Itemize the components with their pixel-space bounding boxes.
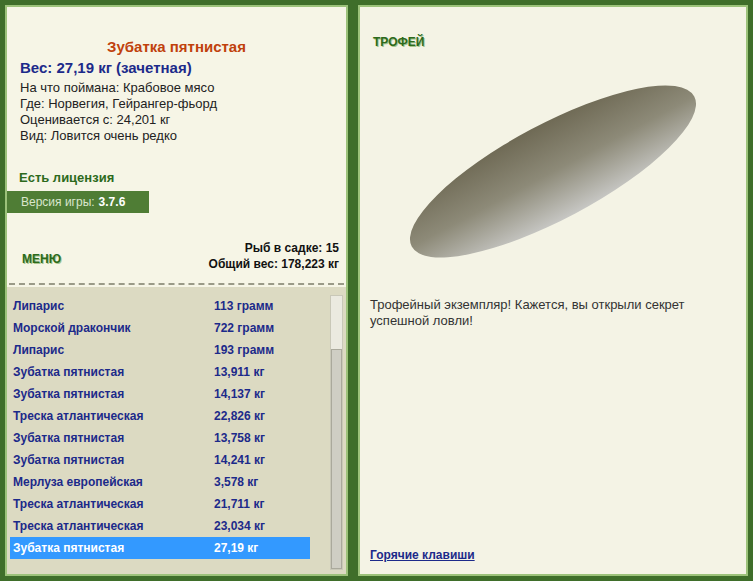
hotkeys-link[interactable]: Горячие клавиши [370,546,736,564]
fish-detail: Оценивается с: 24,201 кг [20,112,346,128]
keepnet-stat: Общий вес: 178,223 кг [209,256,339,272]
catch-row[interactable]: Мерлуза европейская3,578 кг [10,471,310,493]
license-status: Есть лицензия [7,170,346,186]
catch-row[interactable]: Зубатка пятнистая13,911 кг [10,361,310,383]
keepnet-stat: Рыб в садке: 15 [245,240,339,256]
catch-row[interactable]: Морской дракончик722 грамм [10,317,310,339]
catch-row[interactable]: Зубатка пятнистая27,19 кг [10,537,310,559]
fish-detail: Где: Норвегия, Гейрангер-фьорд [20,96,346,112]
trophy-label: ТРОФЕЙ [370,33,736,51]
catch-row[interactable]: Липарис193 грамм [10,339,310,361]
fish-photo [370,51,736,291]
scrollbar-thumb[interactable] [331,349,342,569]
fish-card: Зубатка пятнистаяВес: 27,19 кг (зачетная… [7,7,346,287]
keepnet-summary: Рыб в садке: 15Общий вес: 178,223 кг [209,240,339,272]
catch-row[interactable]: Треска атлантическая21,711 кг [10,493,310,515]
fish-weight: Вес: 27,19 кг (зачетная) [7,58,346,78]
catch-row[interactable]: Зубатка пятнистая13,758 кг [10,427,310,449]
catch-row[interactable]: Треска атлантическая22,826 кг [10,405,310,427]
catch-row[interactable]: Треска атлантическая23,034 кг [10,515,310,537]
catch-row[interactable]: Липарис113 грамм [10,295,310,317]
game-screen: Зубатка пятнистаяВес: 27,19 кг (зачетная… [0,0,753,581]
menu-button[interactable]: МЕНЮ [14,240,61,268]
scrollbar[interactable] [330,295,343,570]
fish-detail: На что поймана: Крабовое мясо [20,80,346,96]
fish-detail: Вид: Ловится очень редко [20,128,346,144]
version-bar: Версия игры:3.7.6 [7,191,149,213]
catch-row[interactable]: Зубатка пятнистая14,241 кг [10,449,310,471]
separator [9,283,344,285]
catch-row[interactable]: Зубатка пятнистая14,137 кг [10,383,310,405]
fish-title: Зубатка пятнистая [7,7,346,57]
fish-info-panel: Зубатка пятнистаяВес: 27,19 кг (зачетная… [5,5,348,576]
fish-details: На что поймана: Крабовое мясоГде: Норвег… [7,80,346,144]
trophy-message: Трофейный экземпляр! Кажется, вы открыли… [370,297,736,329]
trophy-panel: ТРОФЕЙ Трофейный экземпляр! Кажется, вы о… [358,5,748,576]
catch-list: Липарис113 граммМорской дракончик722 гра… [7,287,346,574]
